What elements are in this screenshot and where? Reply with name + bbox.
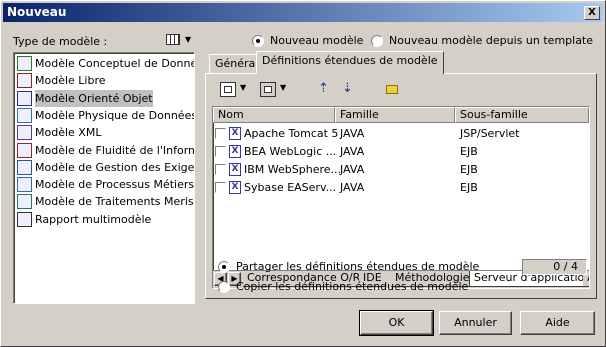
model-list-item-label: Modèle Conceptuel de Données [35, 57, 195, 70]
row-checkbox[interactable] [215, 182, 226, 193]
tab-extended-definitions[interactable]: Définitions étendues de modèle [256, 51, 444, 74]
row-family: JAVA [340, 127, 365, 140]
window-title: Nouveau [7, 5, 67, 19]
column-header-name[interactable]: Nom [213, 107, 335, 123]
chevron-down-icon[interactable]: ▼ [240, 83, 246, 92]
selection-counter: 0 / 4 [522, 259, 587, 275]
toolbar: ▼ ▼ ⇡ ⇣ [218, 81, 418, 101]
model-list-item-label: Modèle de Processus Métiers [35, 178, 195, 192]
tab-extended-definitions-label: Définitions étendues de modèle [262, 54, 438, 67]
table-row[interactable]: X IBM WebSphere... JAVA EJB [215, 161, 587, 179]
model-list-item[interactable]: Modèle de Processus Métiers [16, 176, 194, 193]
model-list-item[interactable]: Modèle Orienté Objet [16, 89, 153, 107]
copy-option[interactable]: Copier les définitions étendues de modèl… [218, 280, 468, 293]
folder-icon[interactable] [386, 85, 398, 94]
dialog-window: Nouveau X Type de modèle : ▼ Modèle Conc… [0, 0, 606, 347]
model-list-item-label: Modèle XML [35, 126, 102, 140]
chevron-down-icon[interactable]: ▼ [280, 83, 286, 92]
oom-icon [17, 90, 32, 106]
row-subfamily: EJB [460, 163, 478, 176]
row-name: IBM WebSphere... [244, 163, 342, 176]
bpm-icon [17, 177, 32, 193]
column-header-subfamily[interactable]: Sous-famille [455, 107, 589, 123]
mcd-icon [17, 56, 32, 71]
merise-icon [17, 194, 32, 210]
row-checkbox[interactable] [215, 128, 226, 139]
model-list-item-label: Modèle Libre [35, 74, 106, 88]
extension-icon: X [229, 163, 241, 176]
share-radio[interactable] [218, 260, 230, 273]
share-option[interactable]: Partager les définitions étendues de mod… [218, 260, 479, 273]
free-model-icon [17, 73, 32, 89]
model-list-item[interactable]: Modèle de Traitements Merise [16, 193, 195, 210]
row-name: BEA WebLogic ... [244, 145, 337, 158]
model-list-item[interactable]: Rapport multimodèle [16, 211, 151, 228]
ilm-icon [17, 142, 32, 158]
column-header-family[interactable]: Famille [335, 107, 455, 123]
move-down-icon[interactable]: ⇣ [342, 81, 353, 96]
copy-radio[interactable] [218, 280, 230, 293]
cancel-button[interactable]: Annuler [439, 311, 512, 335]
row-name: Sybase EAServ... [244, 181, 337, 194]
table-row[interactable]: X BEA WebLogic ... JAVA EJB [215, 143, 587, 161]
row-subfamily: EJB [460, 145, 478, 158]
new-model-label: Nouveau modèle [270, 34, 364, 47]
new-model-radio[interactable] [252, 34, 264, 47]
move-up-icon[interactable]: ⇡ [318, 81, 329, 96]
model-list-item[interactable]: Modèle XML [16, 124, 101, 141]
new-from-template-option[interactable]: Nouveau modèle depuis un template [371, 34, 593, 47]
row-subfamily: JSP/Servlet [460, 127, 520, 140]
row-family: JAVA [340, 145, 365, 158]
title-bar[interactable]: Nouveau X [3, 3, 603, 22]
model-list-item[interactable]: Modèle de Fluidité de l'Information [16, 142, 194, 159]
rq-icon [17, 159, 32, 175]
chevron-down-icon: ▼ [185, 35, 192, 44]
add-definitions-icon[interactable] [220, 82, 236, 97]
row-family: JAVA [340, 181, 365, 194]
row-subfamily: EJB [460, 181, 478, 194]
model-list-item[interactable]: Modèle Libre [16, 72, 106, 89]
extension-icon: X [229, 181, 241, 194]
row-checkbox[interactable] [215, 146, 226, 157]
row-family: JAVA [340, 163, 365, 176]
model-type-label: Type de modèle : [13, 35, 108, 48]
model-list-item-label: Rapport multimodèle [35, 212, 152, 226]
extension-icon: X [229, 127, 241, 140]
select-definitions-icon[interactable] [260, 82, 276, 97]
model-list-item[interactable]: Modèle Conceptuel de Données [16, 55, 195, 72]
new-from-template-label: Nouveau modèle depuis un template [389, 34, 594, 47]
help-button[interactable]: Aide [520, 311, 595, 335]
model-list-item[interactable]: Modèle de Gestion des Exigences [16, 159, 195, 176]
grid-view-icon [166, 34, 180, 45]
tab-general-label: Général [215, 57, 259, 70]
ok-button[interactable]: OK [359, 310, 434, 336]
copy-label: Copier les définitions étendues de modèl… [236, 280, 469, 293]
model-type-list[interactable]: Modèle Conceptuel de Données Modèle Libre… [13, 52, 195, 304]
table-row[interactable]: X Sybase EAServ... JAVA EJB [215, 179, 587, 197]
table-row[interactable]: X Apache Tomcat 5 JAVA JSP/Servlet [215, 125, 587, 143]
row-checkbox[interactable] [215, 164, 226, 175]
model-list-item-label: Modèle Physique de Données [35, 108, 195, 122]
view-toggle-button[interactable]: ▼ [164, 32, 194, 48]
model-list-item-label: Modèle de Gestion des Exigences [35, 160, 195, 174]
close-icon: X [588, 7, 596, 18]
share-label: Partager les définitions étendues de mod… [236, 260, 480, 273]
xml-icon [17, 125, 32, 141]
model-list-item-label: Modèle de Traitements Merise [35, 195, 195, 209]
model-list-item-label: Modèle de Fluidité de l'Information [35, 143, 194, 157]
row-name: Apache Tomcat 5 [244, 127, 339, 140]
model-list-item[interactable]: Modèle Physique de Données [16, 107, 195, 124]
report-icon [17, 211, 32, 227]
close-button[interactable]: X [584, 6, 600, 20]
model-list-item-label: Modèle Orienté Objet [35, 89, 153, 107]
extension-icon: X [229, 145, 241, 158]
pdm-icon [17, 107, 32, 123]
new-model-option[interactable]: Nouveau modèle [252, 34, 363, 47]
new-from-template-radio[interactable] [371, 34, 383, 47]
